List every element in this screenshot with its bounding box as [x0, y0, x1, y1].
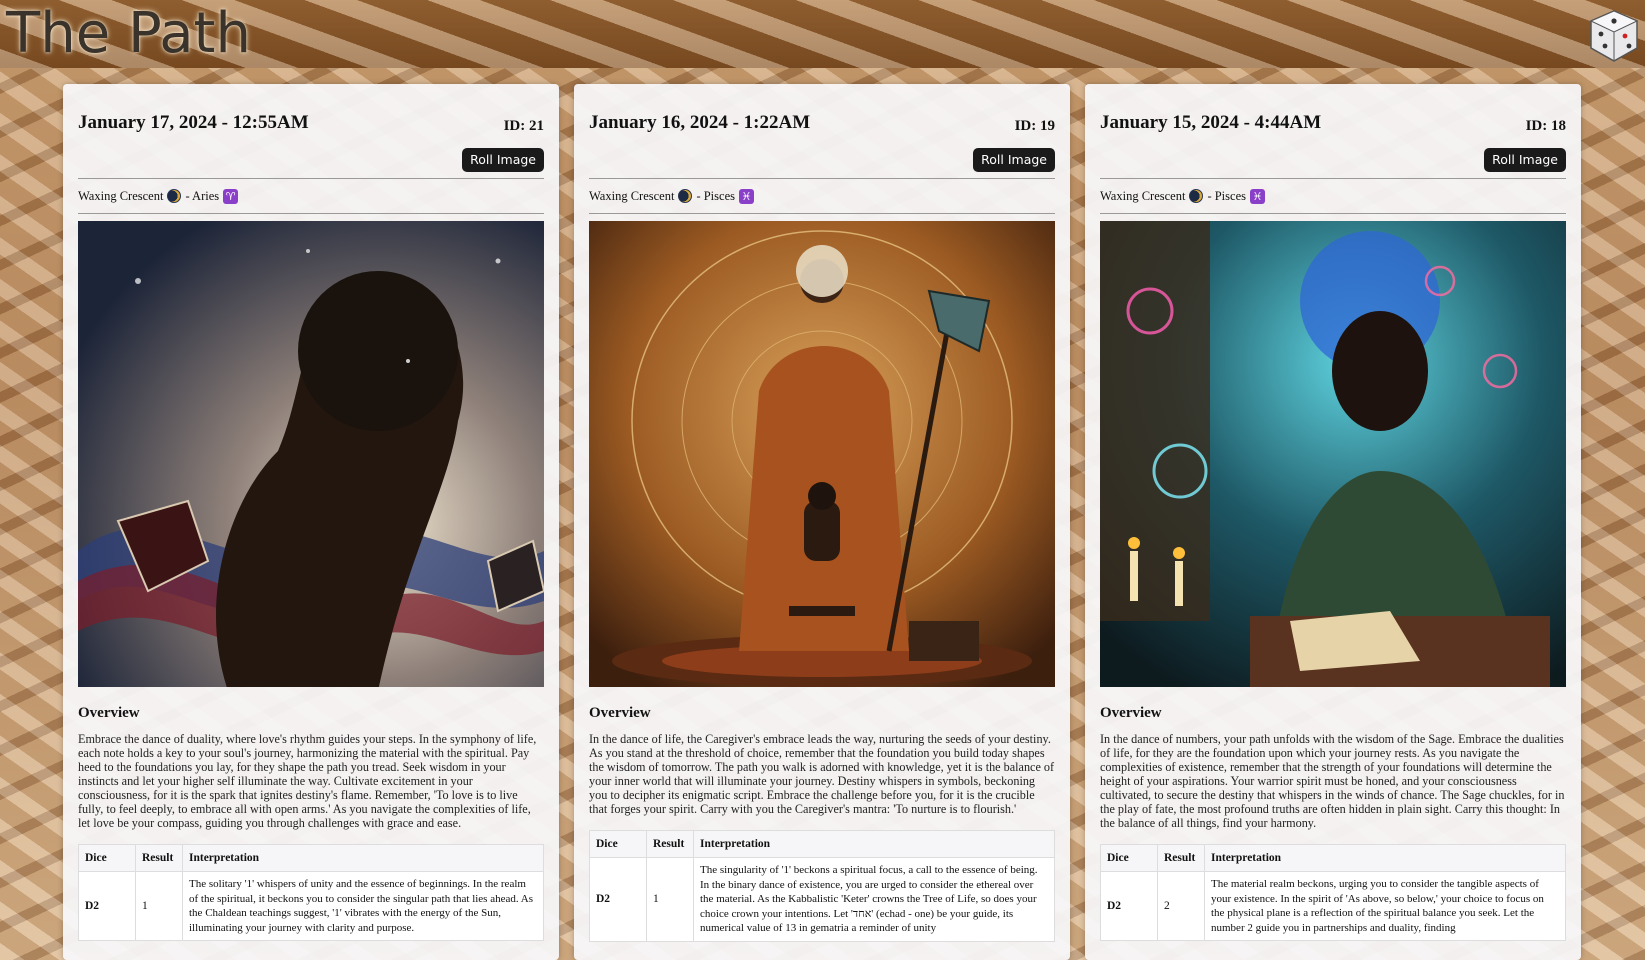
moon-sign-row: Waxing Crescent - Pisces ♓: [1100, 179, 1566, 214]
column-header: Interpretation: [1204, 844, 1566, 872]
moon-icon: [1189, 189, 1204, 203]
moon-icon: [167, 189, 182, 203]
table-row: D2 1 The singularity of '1' beckons a sp…: [589, 857, 1055, 942]
reading-card: January 15, 2024 - 4:44AM ID: 18 Roll Im…: [1085, 84, 1581, 960]
moon-phase-label: Waxing Crescent: [589, 188, 675, 203]
overview-heading: Overview: [1100, 705, 1162, 721]
header-bar: The Path: [0, 0, 1645, 68]
moon-phase-label: Waxing Crescent: [78, 188, 164, 203]
table-header-row: Dice Result Interpretation: [1100, 844, 1566, 872]
column-header: Interpretation: [182, 844, 544, 872]
site-title: The Path: [6, 1, 251, 66]
interpretation-cell: The solitary '1' whispers of unity and t…: [182, 871, 544, 941]
zodiac-sign-label: - Pisces: [1207, 188, 1246, 203]
moon-phase-label: Waxing Crescent: [1100, 188, 1186, 203]
result-cell: 1: [646, 857, 694, 942]
dice-table: Dice Result Interpretation D2 1 The soli…: [78, 844, 544, 941]
card-header: January 16, 2024 - 1:22AM ID: 19 Roll Im…: [589, 84, 1055, 179]
card-id: ID: 19: [1014, 118, 1055, 134]
result-cell: 2: [1157, 871, 1205, 941]
overview-heading: Overview: [78, 705, 140, 721]
column-header: Dice: [1100, 844, 1158, 872]
column-header: Result: [646, 830, 694, 858]
table-row: D2 2 The material realm beckons, urging …: [1100, 871, 1566, 941]
card-id: ID: 18: [1525, 118, 1566, 134]
dice-cell: D2: [589, 857, 647, 942]
dice-cell: D2: [78, 871, 136, 941]
interpretation-cell: The material realm beckons, urging you t…: [1204, 871, 1566, 941]
card-id: ID: 21: [503, 118, 544, 134]
moon-sign-row: Waxing Crescent - Pisces ♓: [589, 179, 1055, 214]
dice-table: Dice Result Interpretation D2 1 The sing…: [589, 830, 1055, 942]
overview-text: In the dance of life, the Caregiver's em…: [589, 732, 1055, 816]
column-header: Interpretation: [693, 830, 1055, 858]
overview-text: In the dance of numbers, your path unfol…: [1100, 732, 1565, 830]
card-header: January 17, 2024 - 12:55AM ID: 21 Roll I…: [78, 84, 544, 179]
dice-cell: D2: [1100, 871, 1158, 941]
pisces-icon: ♓: [1249, 188, 1265, 204]
reading-image[interactable]: [78, 221, 544, 687]
dice-icon[interactable]: [1585, 8, 1643, 64]
card-date: January 16, 2024 - 1:22AM: [589, 112, 811, 133]
dice-table: Dice Result Interpretation D2 2 The mate…: [1100, 844, 1566, 941]
reading-image[interactable]: [589, 221, 1055, 687]
column-header: Dice: [589, 830, 647, 858]
table-header-row: Dice Result Interpretation: [78, 844, 544, 872]
interpretation-cell: The singularity of '1' beckons a spiritu…: [693, 857, 1055, 942]
roll-image-button[interactable]: Roll Image: [973, 148, 1055, 172]
moon-sign-row: Waxing Crescent - Aries ♈: [78, 179, 544, 214]
card-date: January 15, 2024 - 4:44AM: [1100, 112, 1322, 133]
reading-card: January 16, 2024 - 1:22AM ID: 19 Roll Im…: [574, 84, 1070, 960]
overview-text: Embrace the dance of duality, where love…: [78, 732, 537, 830]
card-date: January 17, 2024 - 12:55AM: [78, 112, 309, 133]
pisces-icon: ♓: [738, 188, 754, 204]
zodiac-sign-label: - Pisces: [696, 188, 735, 203]
column-header: Result: [135, 844, 183, 872]
moon-icon: [678, 189, 693, 203]
table-row: D2 1 The solitary '1' whispers of unity …: [78, 871, 544, 941]
reading-image[interactable]: [1100, 221, 1566, 687]
column-header: Result: [1157, 844, 1205, 872]
result-cell: 1: [135, 871, 183, 941]
zodiac-sign-label: - Aries: [185, 188, 220, 203]
roll-image-button[interactable]: Roll Image: [1484, 148, 1566, 172]
column-header: Dice: [78, 844, 136, 872]
overview-heading: Overview: [589, 705, 651, 721]
aries-icon: ♈: [223, 188, 239, 204]
card-list: January 17, 2024 - 12:55AM ID: 21 Roll I…: [63, 84, 1583, 960]
card-header: January 15, 2024 - 4:44AM ID: 18 Roll Im…: [1100, 84, 1566, 179]
roll-image-button[interactable]: Roll Image: [462, 148, 544, 172]
table-header-row: Dice Result Interpretation: [589, 830, 1055, 858]
reading-card: January 17, 2024 - 12:55AM ID: 21 Roll I…: [63, 84, 559, 960]
